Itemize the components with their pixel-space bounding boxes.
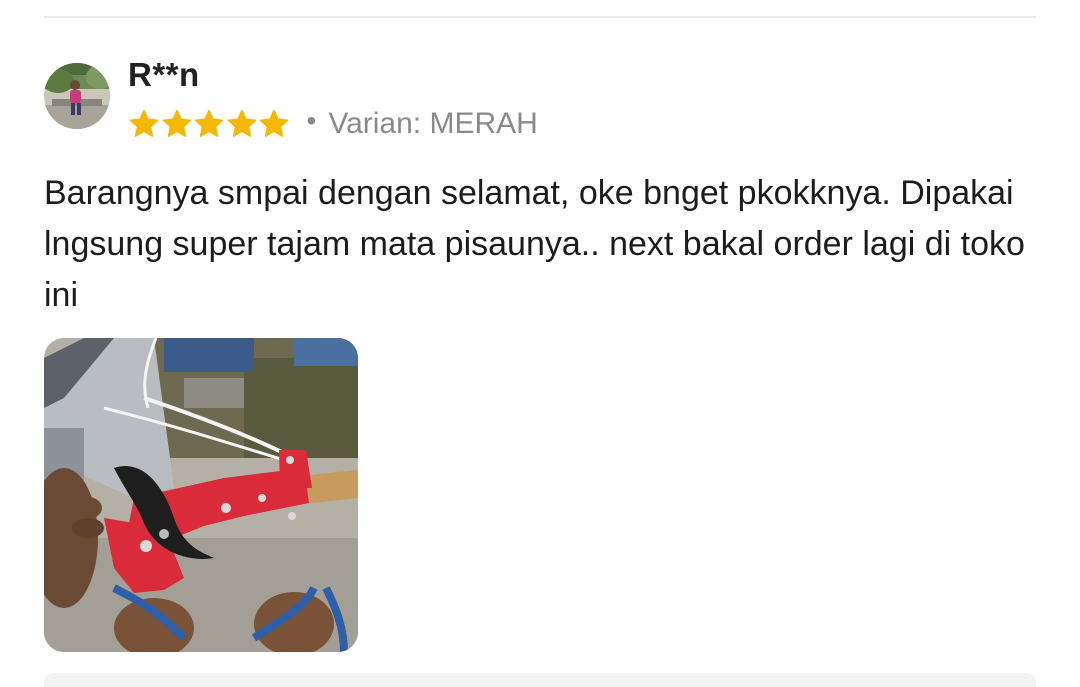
star-icon [129, 109, 159, 137]
review-photo[interactable] [44, 338, 358, 652]
star-rating [128, 108, 291, 140]
avatar-image [44, 63, 110, 129]
next-review-card [44, 673, 1036, 687]
reviewer-name: R**n [128, 56, 200, 93]
star-icon [259, 109, 289, 137]
rating-row: • Varian: MERAH [128, 104, 538, 144]
star-icon [162, 109, 191, 137]
review-photo-image [44, 338, 358, 652]
star-icon [194, 109, 224, 137]
divider [44, 16, 1036, 18]
star-icon [227, 109, 256, 137]
review-text: Barangnya smpai dengan selamat, oke bnge… [44, 174, 1025, 314]
separator-dot: • [306, 105, 317, 136]
avatar[interactable] [44, 63, 110, 129]
review-card: R**n • Varian: MERAH Barangnya smpai den… [0, 0, 1080, 687]
variant-label: Varian: MERAH [328, 107, 538, 140]
